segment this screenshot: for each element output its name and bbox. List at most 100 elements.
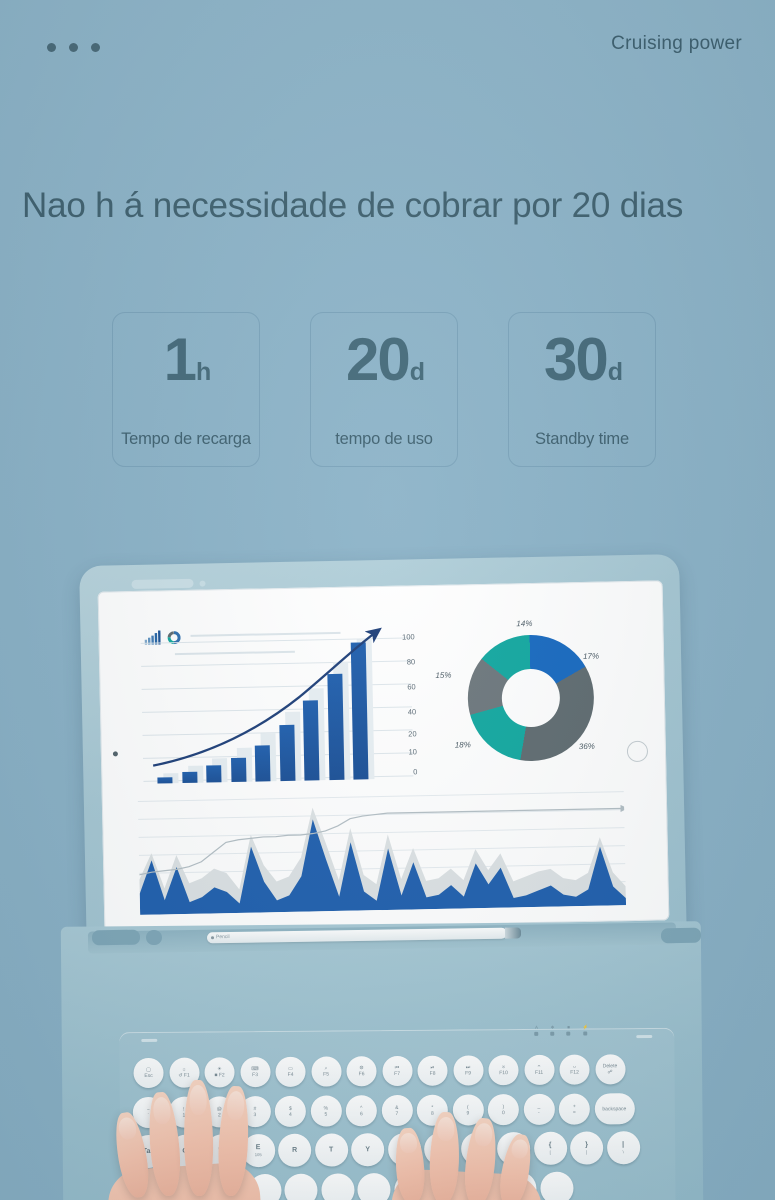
key-legend-bottom: F4 (287, 1071, 294, 1078)
key-blank[interactable] (357, 1173, 391, 1200)
key--[interactable]: | \ (606, 1131, 640, 1165)
y-tick: 20 (408, 729, 417, 739)
fingernail (399, 1132, 418, 1154)
key-legend-bottom: ↺ F1 (178, 1072, 190, 1079)
key-backspace[interactable]: backspace (594, 1093, 635, 1125)
rear-camera-bar-icon (131, 578, 194, 590)
key-f12[interactable]: ᴗ F12 (559, 1054, 590, 1085)
stat-card-usage: 20d tempo de uso (310, 312, 458, 467)
keyboard-function-row[interactable]: ▢ Esc ☼ ↺ F1 ☀ ■ F2 ⌨ F3 ▭ F4 ⌕ F5 ⚙ F6 ⏮ F7 ⏯ F8 ⏭ F9 ᴕ F10 ᴖ… (133, 1054, 626, 1089)
home-button[interactable] (626, 740, 649, 763)
key-f10[interactable]: ᴕ F10 (488, 1055, 519, 1086)
key-legend: { (548, 1141, 552, 1149)
key-legend-bottom: = (572, 1109, 576, 1116)
stat-card-group: 1h Tempo de recarga 20d tempo de uso 30d… (112, 312, 656, 467)
key-blank[interactable] (539, 1171, 574, 1200)
key-f9[interactable]: ⏭ F9 (452, 1055, 484, 1086)
dots-indicator (47, 43, 100, 52)
key-f6[interactable]: ⚙ F6 (346, 1056, 377, 1087)
y-tick: 60 (407, 682, 416, 692)
device-photo: 100 80 60 40 20 10 0 14% 17% 36% 18% 15%… (0, 552, 775, 1200)
donut-label: 15% (435, 670, 452, 680)
key-0[interactable]: ) 0 (487, 1094, 519, 1126)
donut-ring (466, 633, 596, 763)
key-legend-bottom: 3 (253, 1111, 257, 1118)
key-5[interactable]: % 5 (310, 1095, 342, 1127)
stat-label-usage: tempo de uso (335, 430, 433, 448)
stat-unit-standby: d (607, 358, 623, 386)
bluetooth-led: ❖ (551, 1025, 555, 1036)
key-t[interactable]: T (314, 1133, 348, 1167)
key-r[interactable]: R (278, 1133, 312, 1167)
key--[interactable]: {[ (533, 1131, 567, 1165)
key-f5[interactable]: ⌕ F5 (310, 1056, 342, 1087)
bar (157, 777, 173, 784)
key-blank[interactable] (320, 1173, 355, 1200)
trend-arrow-icon (152, 627, 382, 767)
promo-page: Cruising power Nao h á necessidade de co… (0, 0, 775, 1200)
key-esc[interactable]: ▢ Esc (133, 1057, 164, 1089)
fingernail (436, 1116, 455, 1142)
key-legend-sub: [ (549, 1149, 551, 1155)
led-dot (566, 1031, 571, 1036)
key-legend: Y (365, 1145, 371, 1153)
area-series (139, 804, 627, 915)
stylus-label: Pencil (215, 933, 230, 940)
tablet-screen: 100 80 60 40 20 10 0 14% 17% 36% 18% 15% (97, 580, 670, 932)
stat-card-standby: 30d Standby time (508, 312, 656, 467)
deck-tab-right (636, 1034, 653, 1039)
key-legend-bottom: 0 (501, 1109, 505, 1116)
key-4[interactable]: $4 (274, 1095, 306, 1127)
stat-label-recharge: Tempo de recarga (121, 430, 251, 448)
fingernail (509, 1138, 530, 1160)
donut-hole (501, 668, 561, 728)
key-legend-bottom: 8 (430, 1110, 434, 1117)
key-f3[interactable]: ⌨ F3 (239, 1056, 271, 1088)
battery-led: ■ (566, 1024, 571, 1036)
key--[interactable]: + = (558, 1093, 590, 1125)
key-legend-bottom: 4 (288, 1111, 292, 1118)
stat-label-standby: Standby time (535, 430, 629, 448)
stat-value-usage: 20d (345, 326, 425, 393)
stylus-tip (504, 927, 522, 939)
key-legend-bottom: 6 (359, 1110, 363, 1117)
fingernail (151, 1096, 172, 1125)
fingernail (188, 1084, 207, 1116)
stat-unit-usage: d (409, 358, 425, 386)
key--[interactable]: _ - (523, 1093, 555, 1126)
stat-value-recharge: 1h (163, 326, 212, 393)
stat-value-standby: 30d (543, 326, 623, 393)
case-slot-right (660, 927, 702, 944)
key-f8[interactable]: ⏯ F8 (417, 1055, 448, 1086)
donut-label: 36% (578, 741, 595, 752)
key-legend-bottom: 5 (324, 1111, 328, 1118)
led-glyph: A (535, 1024, 539, 1030)
key-y[interactable]: Y (351, 1133, 385, 1167)
key-blank[interactable] (284, 1173, 318, 1200)
key-legend-bottom: F10 (499, 1070, 508, 1077)
key-legend-bottom: 2 (217, 1111, 221, 1118)
key-6[interactable]: ^ 6 (345, 1095, 377, 1127)
key-f4[interactable]: ▭ F4 (275, 1056, 306, 1087)
key-legend: | (622, 1141, 625, 1149)
led-glyph: ■ (567, 1024, 570, 1030)
key--[interactable]: Delete ☍ (594, 1054, 626, 1085)
dot-1 (47, 43, 56, 52)
key-f7[interactable]: ⏮ F7 (381, 1055, 413, 1087)
deck-tab-left (141, 1038, 158, 1043)
fingernail (473, 1122, 494, 1147)
tagline: Cruising power (611, 33, 742, 54)
key-legend-bottom: 7 (395, 1110, 399, 1117)
key--[interactable]: }] (570, 1131, 604, 1165)
dot-3 (91, 43, 100, 52)
key-legend-sub: ] (586, 1149, 588, 1155)
key--f2[interactable]: ☀ ■ F2 (204, 1057, 235, 1088)
key-legend-bottom: ■ F2 (214, 1072, 225, 1079)
y-tick: 10 (408, 747, 418, 757)
key-7[interactable]: & 7 (381, 1094, 413, 1127)
key-f11[interactable]: ᴖ F11 (523, 1054, 555, 1086)
key-legend-bottom: F3 (252, 1072, 259, 1079)
donut-chart: 14% 17% 36% 18% 15% (430, 617, 623, 781)
key-legend: R (292, 1146, 298, 1154)
key-legend-bottom: F11 (534, 1069, 544, 1076)
